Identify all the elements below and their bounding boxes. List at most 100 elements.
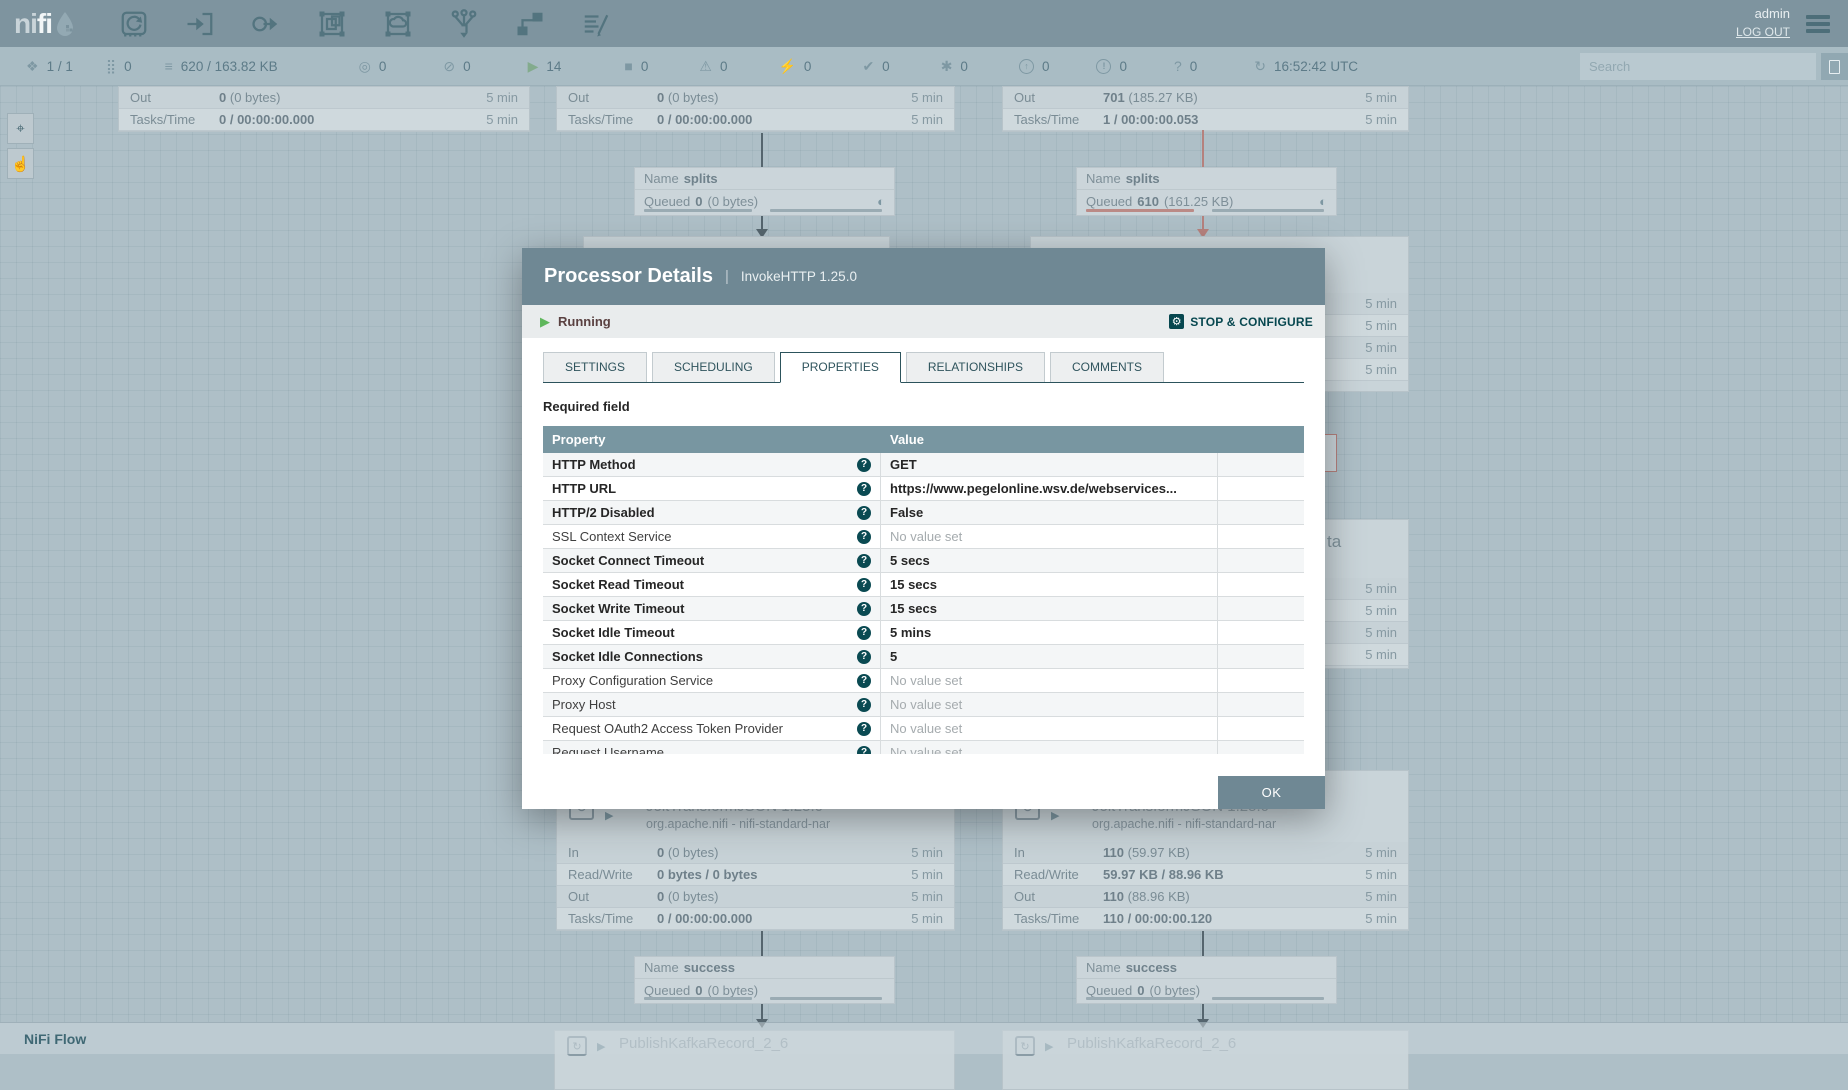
stat-row: Tasks/Time0 / 00:00:00.000 5 min (557, 109, 954, 131)
queued-icon: ≡ (165, 59, 173, 73)
help-icon[interactable]: ? (857, 626, 871, 640)
property-row: Request Username?No value set (543, 741, 1304, 754)
remote-process-group-tool-icon[interactable] (380, 6, 416, 42)
run-status-icon: ▶ (1051, 809, 1059, 822)
help-icon[interactable]: ? (857, 650, 871, 664)
invalid-icon: ⚠ (699, 59, 712, 73)
stat-up-to-date: ✔0 (862, 59, 889, 74)
up-to-date-icon: ✔ (862, 59, 874, 73)
stat-not-transmitting: ⊘0 (443, 59, 470, 74)
breadcrumb-bar: NiFi Flow (0, 1022, 1848, 1054)
tab-relationships[interactable]: RELATIONSHIPS (906, 352, 1045, 382)
disabled-icon: ⚡ (778, 59, 795, 73)
stat-row: Out0 (0 bytes)5 min (557, 87, 954, 109)
process-group-tool-icon[interactable] (314, 6, 350, 42)
connection-label-success: Namesuccess Queued0(0 bytes) (634, 956, 895, 1004)
help-icon[interactable]: ? (857, 746, 871, 755)
connection-line (761, 1004, 763, 1019)
processor-name-fragment: ta (1327, 532, 1341, 552)
ports-icon: ⣿ (106, 59, 116, 73)
refresh-icon[interactable]: ↻ (1254, 59, 1266, 73)
breadcrumb: NiFi Flow (24, 1031, 86, 1047)
dialog-title: Processor Details (544, 265, 713, 288)
processor-tool-icon[interactable] (116, 6, 152, 42)
column-value: Value (881, 432, 1218, 447)
help-icon[interactable]: ? (857, 698, 871, 712)
user-box: admin LOG OUT (1736, 5, 1790, 41)
locally-modified-icon: ✱ (941, 59, 953, 73)
stat-stale: ↑0 (1019, 59, 1050, 74)
help-icon[interactable]: ? (857, 674, 871, 688)
global-menu-icon[interactable] (1806, 12, 1830, 36)
processor-stats-partial: Out0 (0 bytes)5 min Tasks/Time0 / 00:00:… (118, 86, 530, 132)
stat-row: Tasks/Time0 / 00:00:00.000 5 min (119, 109, 529, 131)
search-filter-icon[interactable] (1821, 53, 1848, 80)
template-tool-icon[interactable] (512, 6, 548, 42)
tab-scheduling[interactable]: SCHEDULING (652, 352, 775, 382)
status-strip: ▶ Running ⚙ STOP & CONFIGURE (522, 305, 1325, 338)
component-toolbar (116, 6, 614, 42)
stat-invalid: ⚠0 (699, 59, 727, 74)
navigate-icon: ⌖ (16, 120, 24, 137)
dialog-header: Processor Details | InvokeHTTP 1.25.0 (522, 248, 1325, 305)
tab-settings[interactable]: SETTINGS (543, 352, 647, 382)
title-separator: | (725, 268, 729, 285)
tab-properties[interactable]: PROPERTIES (780, 352, 901, 383)
load-balance-icon: ◐ (1319, 194, 1327, 209)
app-header: nifi admin LOG OUT (0, 0, 1848, 47)
locally-modified-stale-icon: ! (1096, 59, 1111, 74)
logout-link[interactable]: LOG OUT (1736, 24, 1790, 41)
properties-table: Property Value HTTP Method?GET HTTP URL?… (543, 426, 1304, 754)
help-icon[interactable]: ? (857, 554, 871, 568)
connection-label-success: Namesuccess Queued0(0 bytes) (1076, 956, 1337, 1004)
help-icon[interactable]: ? (857, 578, 871, 592)
help-icon[interactable]: ? (857, 506, 871, 520)
property-row: Socket Idle Connections?5 (543, 645, 1304, 669)
output-port-tool-icon[interactable] (248, 6, 284, 42)
processor-stats-partial: Out0 (0 bytes)5 min Tasks/Time0 / 00:00:… (556, 86, 955, 132)
column-property: Property (543, 432, 881, 447)
stat-row: Out0 (0 bytes)5 min (119, 87, 529, 109)
property-row: Socket Idle Timeout?5 mins (543, 621, 1304, 645)
required-field-label: Required field (543, 399, 1304, 414)
stat-stopped: ■0 (624, 59, 648, 74)
help-icon[interactable]: ? (857, 602, 871, 616)
help-icon[interactable]: ? (857, 482, 871, 496)
tab-comments[interactable]: COMMENTS (1050, 352, 1164, 382)
nifi-logo: nifi (14, 8, 76, 40)
run-status-icon: ▶ (605, 809, 613, 822)
stat-remote-ports: ⣿0 (106, 59, 132, 74)
cluster-icon: ❖ (26, 59, 39, 73)
funnel-tool-icon[interactable] (446, 6, 482, 42)
help-icon[interactable]: ? (857, 722, 871, 736)
run-status-label: Running (558, 314, 611, 329)
dialog-tabs: SETTINGS SCHEDULING PROPERTIES RELATIONS… (543, 352, 1304, 383)
table-header: Property Value (543, 426, 1304, 453)
running-icon: ▶ (528, 59, 539, 73)
stale-icon: ↑ (1019, 59, 1034, 74)
processor-bundle: org.apache.nifi - nifi-standard-nar (646, 817, 830, 831)
input-port-tool-icon[interactable] (182, 6, 218, 42)
help-icon[interactable]: ? (857, 530, 871, 544)
stop-and-configure-button[interactable]: ⚙ STOP & CONFIGURE (1169, 314, 1313, 329)
status-bar: ❖1 / 1 ⣿0 ≡620 / 163.82 KB ◎0 ⊘0 ▶14 ■0 … (0, 47, 1848, 86)
nifi-drop-icon (54, 11, 76, 37)
stat-sync-failure: ?0 (1174, 59, 1197, 74)
property-row: HTTP URL?https://www.pegelonline.wsv.de/… (543, 477, 1304, 501)
property-row: HTTP Method?GET (543, 453, 1304, 477)
connection-line (1202, 1004, 1204, 1019)
operate-palette-button[interactable]: ☝ (7, 148, 34, 179)
processor-details-dialog: Processor Details | InvokeHTTP 1.25.0 ▶ … (522, 248, 1325, 809)
navigate-palette-button[interactable]: ⌖ (7, 113, 34, 144)
connection-line-backpressure (1202, 130, 1204, 167)
help-icon[interactable]: ? (857, 458, 871, 472)
label-tool-icon[interactable] (578, 6, 614, 42)
last-refresh[interactable]: ↻16:52:42 UTC (1254, 59, 1358, 74)
sync-failure-icon: ? (1174, 59, 1182, 73)
stat-cluster: ❖1 / 1 (26, 59, 73, 74)
search-input[interactable] (1580, 53, 1816, 80)
stat-row: Out701 (185.27 KB)5 min (1003, 87, 1408, 109)
ok-button[interactable]: OK (1218, 776, 1325, 809)
stat-running: ▶14 (528, 59, 562, 74)
stat-disabled: ⚡0 (778, 59, 811, 74)
